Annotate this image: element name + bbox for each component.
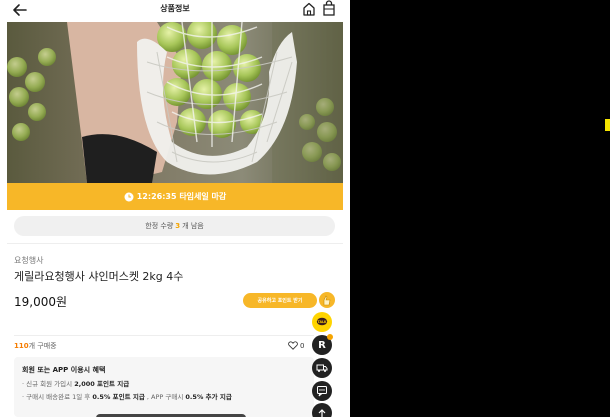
scroll-top-icon xyxy=(318,409,326,417)
share-button[interactable] xyxy=(319,292,335,308)
shopping-bag-icon[interactable] xyxy=(322,0,336,16)
delivery-truck-icon xyxy=(316,364,328,372)
buying-suffix: 개 구매중 xyxy=(28,341,57,350)
svg-text:TALK: TALK xyxy=(318,320,327,324)
top-app-bar: 상품정보 xyxy=(0,0,350,22)
edge-marker xyxy=(605,119,610,131)
screen: 상품정보 12:26:35 타임세일 마감 한정 수량 3 개 남음 요청행사 … xyxy=(0,0,610,417)
product-price: 19,000원 xyxy=(14,295,68,309)
kakao-talk-icon: TALK xyxy=(316,317,328,326)
recent-view-icon: R xyxy=(318,339,326,351)
benefit-line-signup: · 신규 회원 가입시 2,000 포인트 지급 xyxy=(22,380,130,388)
buying-count: 110 xyxy=(14,341,29,350)
product-name: 게릴라요청행사 샤인머스켓 2kg 4수 xyxy=(14,270,184,283)
message-button[interactable] xyxy=(312,381,332,401)
home-icon[interactable] xyxy=(302,1,316,17)
stock-prefix: 한정 수량 xyxy=(145,222,174,230)
divider xyxy=(7,243,343,244)
stock-suffix: 개 남음 xyxy=(182,222,204,230)
message-icon xyxy=(317,386,327,397)
heart-icon xyxy=(288,341,298,350)
time-sale-banner: 12:26:35 타임세일 마감 xyxy=(7,183,343,210)
notification-dot xyxy=(327,334,333,340)
like-count: 0 xyxy=(300,341,305,350)
clock-icon xyxy=(124,192,134,201)
like-button[interactable]: 0 xyxy=(288,341,304,350)
delivery-button[interactable] xyxy=(312,358,332,378)
product-image[interactable] xyxy=(7,22,343,183)
benefit-title: 회원 또는 APP 이용시 혜택 xyxy=(22,366,106,374)
purchase-status-bar: 110 개 구매중 xyxy=(14,335,314,355)
stock-count: 3 xyxy=(175,222,181,230)
member-benefit-box: 회원 또는 APP 이용시 혜택 · 신규 회원 가입시 2,000 포인트 지… xyxy=(14,357,314,417)
benefit-line-purchase: · 구매시 배송완료 1일 후 0.5% 포인트 지급 , APP 구매시 0.… xyxy=(22,393,232,401)
seller-name[interactable]: 요청행사 xyxy=(14,255,43,266)
limited-stock-pill: 한정 수량 3 개 남음 xyxy=(14,216,335,236)
scroll-top-button[interactable] xyxy=(312,403,332,417)
mobile-viewport: 상품정보 12:26:35 타임세일 마감 한정 수량 3 개 남음 요청행사 … xyxy=(0,0,350,417)
kakao-talk-button[interactable]: TALK xyxy=(312,312,332,332)
share-points-bubble[interactable]: 공유하고 포인트 받기 xyxy=(243,293,317,308)
time-sale-text: 12:26:35 타임세일 마감 xyxy=(136,192,227,201)
share-hand-icon xyxy=(323,295,331,306)
page-title: 상품정보 xyxy=(160,4,190,13)
